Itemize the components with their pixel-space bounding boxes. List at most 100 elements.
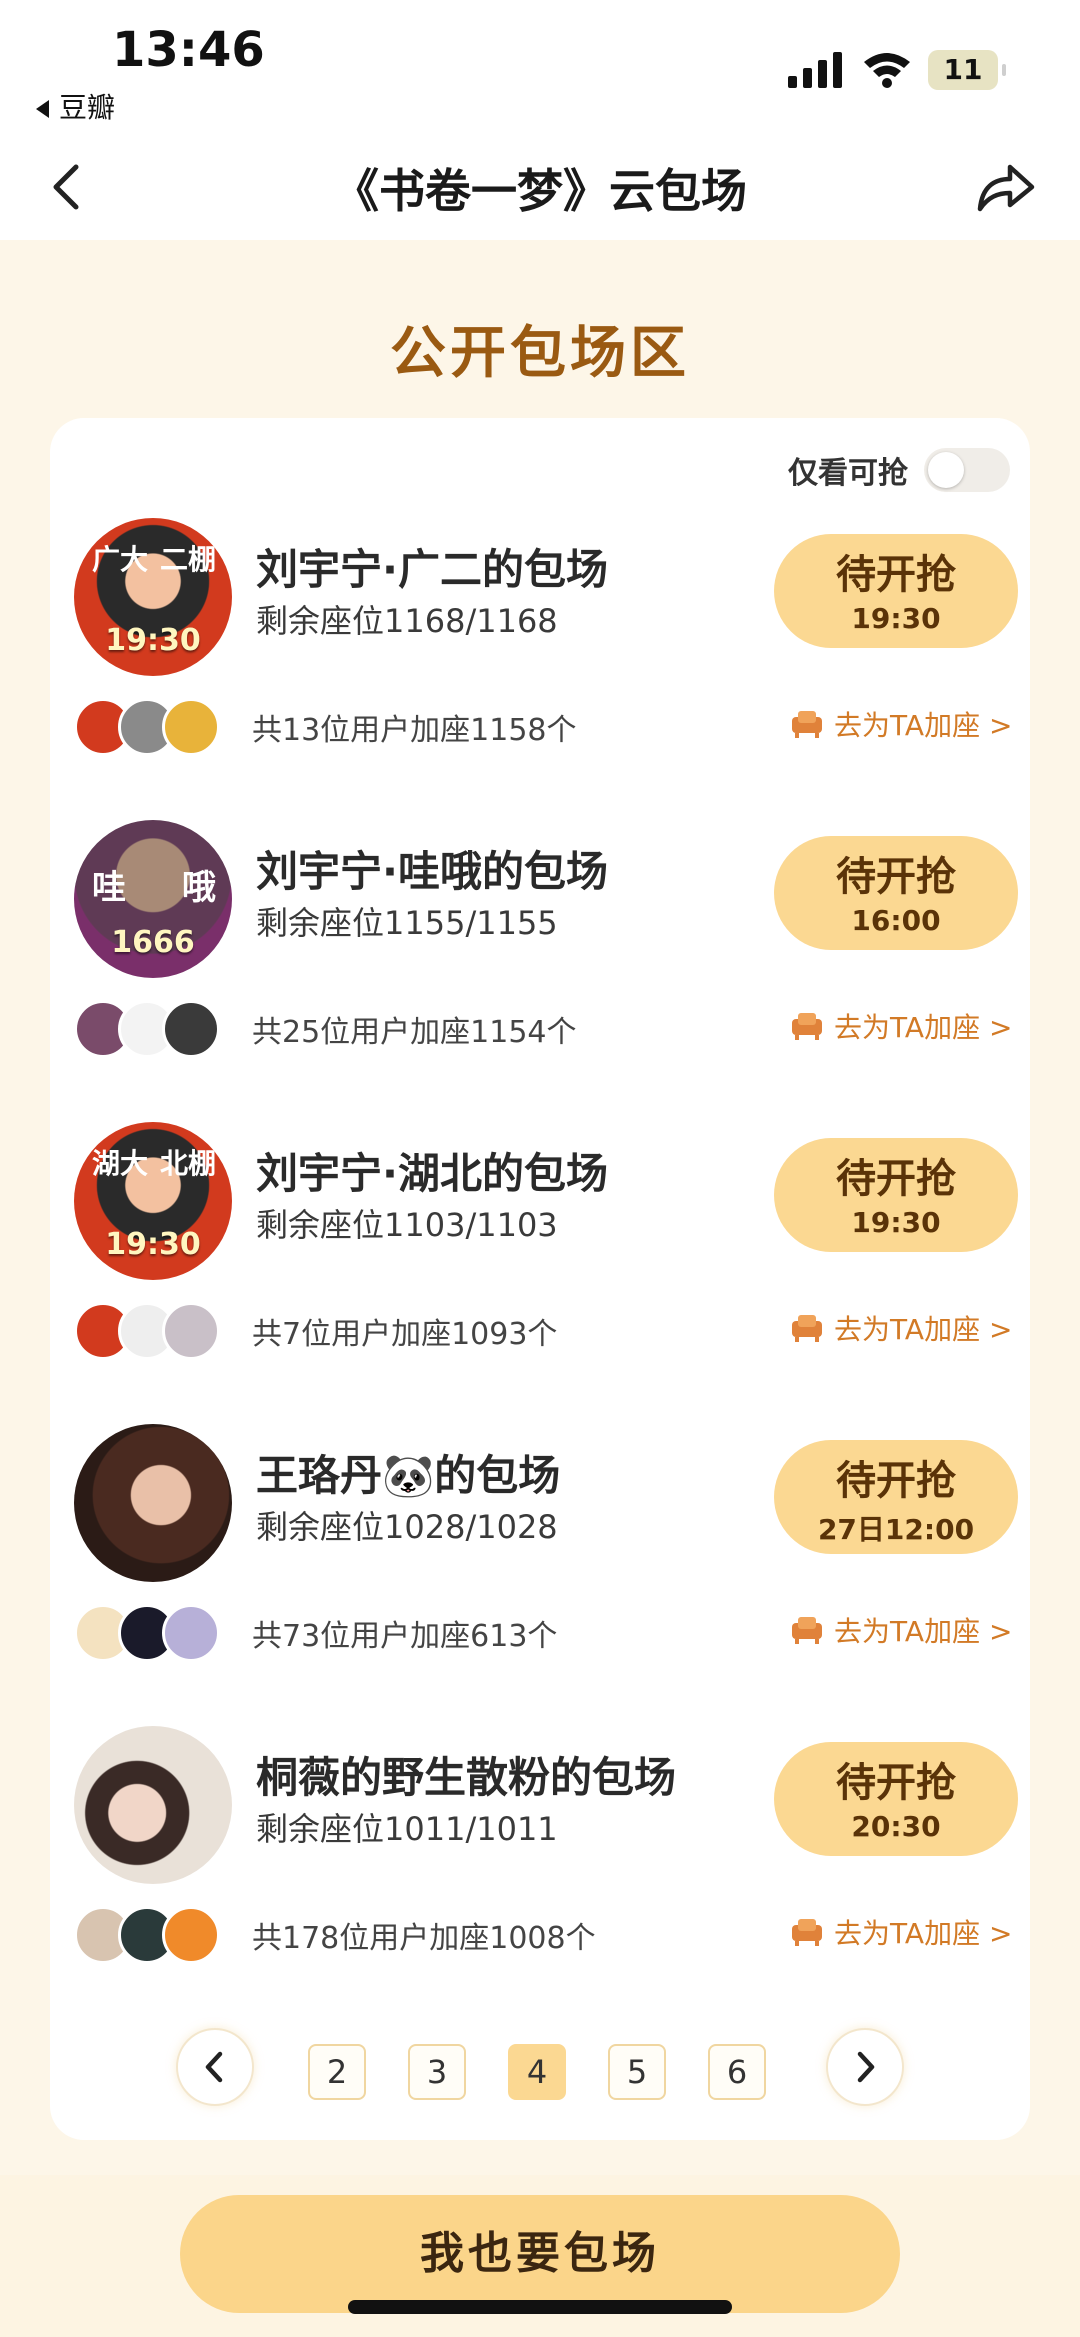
chevron-left-icon (205, 2051, 223, 2083)
item-name: 王珞丹🐼的包场 (256, 1451, 561, 1500)
avatar[interactable]: 广大 二棚 19:30 (74, 518, 232, 676)
sofa-icon (792, 1919, 822, 1946)
item-seats: 剩余座位1168/1168 (256, 602, 558, 640)
add-seat-label: 去为TA加座 > (834, 1011, 1013, 1044)
member-avatar (162, 1906, 220, 1964)
add-seat-link[interactable]: 去为TA加座 > (790, 1610, 1012, 1650)
grab-button[interactable]: 待开抢 27日12:00 (774, 1440, 1018, 1554)
grab-status: 待开抢 (836, 854, 956, 900)
item-seats: 剩余座位1155/1155 (256, 904, 558, 942)
chevron-right-icon (857, 2051, 875, 2083)
page-button-2[interactable]: 2 (308, 2044, 366, 2100)
member-avatar (162, 1000, 220, 1058)
add-seat-label: 去为TA加座 > (834, 709, 1013, 742)
grab-time: 20:30 (851, 1810, 941, 1843)
members-text: 共13位用户加座1158个 (252, 713, 577, 748)
sofa-icon (792, 711, 822, 738)
avatar-caption: 1666 (111, 925, 195, 960)
members-text: 共178位用户加座1008个 (252, 1921, 596, 1956)
members-row: 共73位用户加座613个 (74, 1604, 557, 1662)
member-avatar (162, 698, 220, 756)
avatar-text-left: 广大 (92, 543, 149, 576)
screening-list: 广大 二棚 19:30 刘宇宁·广二的包场 剩余座位1168/1168 待开抢 … (50, 518, 1030, 2028)
grab-time: 19:30 (851, 602, 941, 635)
sofa-icon (792, 1315, 822, 1342)
item-seats: 剩余座位1103/1103 (256, 1206, 558, 1244)
page-button-5[interactable]: 5 (608, 2044, 666, 2100)
home-indicator (348, 2300, 732, 2314)
back-triangle-icon (36, 100, 49, 118)
grab-button[interactable]: 待开抢 20:30 (774, 1742, 1018, 1856)
wifi-icon (864, 53, 910, 88)
filter-label: 仅看可抢 (788, 456, 908, 491)
members-row: 共7位用户加座1093个 (74, 1302, 557, 1360)
avatar-text-right: 二棚 (159, 543, 216, 576)
members-row: 共25位用户加座1154个 (74, 1000, 577, 1058)
avatar-text-left: 湖大 (92, 1147, 149, 1180)
add-seat-link[interactable]: 去为TA加座 > (790, 1006, 1012, 1046)
add-seat-link[interactable]: 去为TA加座 > (790, 704, 1012, 744)
list-item[interactable]: 王珞丹🐼的包场 剩余座位1028/1028 待开抢 27日12:00 共73位用… (50, 1424, 1030, 1726)
prev-page-button[interactable] (176, 2028, 254, 2106)
list-item[interactable]: 广大 二棚 19:30 刘宇宁·广二的包场 剩余座位1168/1168 待开抢 … (50, 518, 1030, 820)
add-seat-link[interactable]: 去为TA加座 > (790, 1308, 1012, 1348)
avatar-caption: 19:30 (105, 623, 201, 658)
back-to-app-link[interactable]: 豆瓣 (36, 86, 115, 126)
avatar[interactable]: 湖大 北棚 19:30 (74, 1122, 232, 1280)
avatar-text-right: 哦 (182, 868, 216, 908)
pagination: 2 3 4 5 6 (50, 2028, 1030, 2108)
page-button-4[interactable]: 4 (508, 2044, 566, 2100)
grab-status: 待开抢 (836, 1156, 956, 1202)
member-avatar (162, 1604, 220, 1662)
avatar-caption: 19:30 (105, 1227, 201, 1262)
back-app-label: 豆瓣 (59, 91, 116, 124)
section-title: 公开包场区 (390, 321, 690, 386)
members-text: 共7位用户加座1093个 (252, 1317, 558, 1352)
page-title: 《书卷一梦》云包场 (333, 164, 747, 218)
battery-indicator: 11 (928, 50, 1006, 90)
add-seat-label: 去为TA加座 > (834, 1313, 1013, 1346)
status-time: 13:46 (112, 22, 265, 78)
filter-toggle[interactable] (924, 448, 1010, 492)
add-seat-label: 去为TA加座 > (834, 1615, 1013, 1648)
page-button-6[interactable]: 6 (708, 2044, 766, 2100)
grab-button[interactable]: 待开抢 19:30 (774, 534, 1018, 648)
grab-status: 待开抢 (836, 1458, 956, 1504)
status-bar: 13:46 豆瓣 11 (0, 0, 1080, 135)
sofa-icon (792, 1617, 822, 1644)
page-button-3[interactable]: 3 (408, 2044, 466, 2100)
add-seat-link[interactable]: 去为TA加座 > (790, 1912, 1012, 1952)
grab-time: 19:30 (851, 1206, 941, 1239)
item-seats: 剩余座位1028/1028 (256, 1508, 558, 1546)
item-seats: 剩余座位1011/1011 (256, 1810, 558, 1848)
list-item[interactable]: 哇 哦 1666 刘宇宁·哇哦的包场 剩余座位1155/1155 待开抢 16:… (50, 820, 1030, 1122)
grab-button[interactable]: 待开抢 19:30 (774, 1138, 1018, 1252)
members-row: 共13位用户加座1158个 (74, 698, 577, 756)
toggle-knob (928, 452, 964, 488)
filter-toggle-row[interactable]: 仅看可抢 (788, 448, 1010, 492)
navigation-bar: 《书卷一梦》云包场 (0, 135, 1080, 240)
list-item[interactable]: 桐薇的野生散粉的包场 剩余座位1011/1011 待开抢 20:30 共178位… (50, 1726, 1030, 2028)
avatar[interactable] (74, 1726, 232, 1884)
avatar-text-right: 北棚 (159, 1147, 216, 1180)
sofa-icon (792, 1013, 822, 1040)
signal-icon (788, 52, 842, 88)
grab-time: 16:00 (851, 904, 941, 937)
public-screenings-card: 仅看可抢 广大 二棚 19:30 刘宇宁·广二的包场 剩余座位1168/1168… (50, 418, 1030, 2140)
members-row: 共178位用户加座1008个 (74, 1906, 596, 1964)
members-text: 共73位用户加座613个 (252, 1619, 558, 1654)
share-icon[interactable] (970, 153, 1040, 223)
item-name: 刘宇宁·湖北的包场 (256, 1149, 608, 1198)
members-text: 共25位用户加座1154个 (252, 1015, 577, 1050)
avatar-text-left: 哇 (92, 868, 126, 908)
add-seat-label: 去为TA加座 > (834, 1917, 1013, 1950)
grab-button[interactable]: 待开抢 16:00 (774, 836, 1018, 950)
avatar[interactable]: 哇 哦 1666 (74, 820, 232, 978)
item-name: 刘宇宁·广二的包场 (256, 545, 608, 594)
list-item[interactable]: 湖大 北棚 19:30 刘宇宁·湖北的包场 剩余座位1103/1103 待开抢 … (50, 1122, 1030, 1424)
grab-time: 27日12:00 (817, 1513, 975, 1546)
item-name: 刘宇宁·哇哦的包场 (256, 847, 608, 896)
next-page-button[interactable] (826, 2028, 904, 2106)
avatar[interactable] (74, 1424, 232, 1582)
create-screening-button[interactable]: 我也要包场 (180, 2195, 900, 2313)
